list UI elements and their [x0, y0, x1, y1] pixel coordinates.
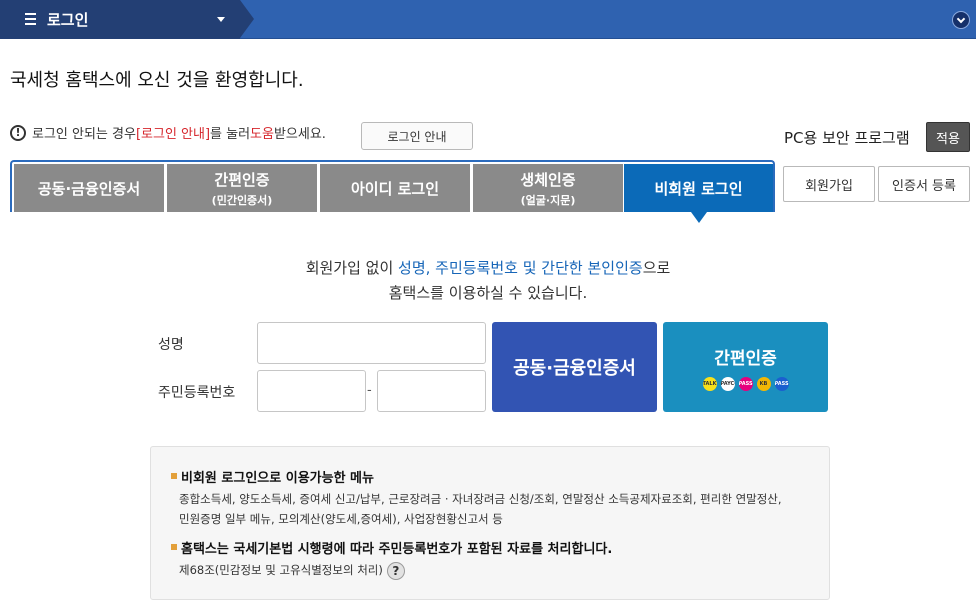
- intro-pre: 회원가입 없이: [305, 259, 399, 277]
- hamburger-icon[interactable]: [25, 13, 36, 25]
- info-rrn-text: 제68조(민감정보 및 고유식별정보의 처리): [179, 563, 383, 577]
- kakao-icon: TALK: [702, 376, 717, 391]
- cert-button-label: 공동·금융인증서: [513, 358, 636, 379]
- notice-help-word: 도움: [250, 127, 274, 142]
- help-icon[interactable]: ?: [386, 561, 405, 580]
- info-heading-rrn: 홈택스는 국세기본법 시행령에 따라 주민등록번호가 포함된 자료를 처리합니다…: [181, 542, 613, 557]
- tab-biometric[interactable]: 생체인증 (얼굴·지문): [473, 164, 623, 212]
- tab-id-login[interactable]: 아이디 로그인: [320, 164, 470, 212]
- login-tabs: 공동·금융인증서 간편인증 (민간인증서) 아이디 로그인 생체인증 (얼굴·지…: [10, 160, 775, 223]
- kb-icon: KB: [756, 376, 771, 391]
- intro-line-1: 회원가입 없이 성명, 주민등록번호 및 간단한 본인인증으로: [0, 257, 976, 278]
- intro-post: 으로: [642, 259, 671, 277]
- signup-button[interactable]: 회원가입: [783, 166, 875, 202]
- pc-security-label: PC용 보안 프로그램: [784, 129, 910, 147]
- payco-icon: PAYCO: [720, 376, 735, 391]
- apply-button[interactable]: 적용: [926, 122, 970, 152]
- tab-label: 아이디 로그인: [350, 179, 440, 198]
- intro-highlight: 성명, 주민등록번호 및 간단한 본인인증: [398, 259, 643, 277]
- notice-suffix: 받으세요.: [273, 127, 326, 142]
- tab-label: 생체인증: [520, 170, 576, 189]
- login-guide-button[interactable]: 로그인 안내: [361, 122, 473, 150]
- bullet-icon: [171, 473, 177, 479]
- rrn-front-input[interactable]: [257, 370, 366, 412]
- caret-down-icon[interactable]: [217, 17, 225, 22]
- info-rrn-line: 제68조(민감정보 및 고유식별정보의 처리)?: [179, 560, 819, 580]
- welcome-title: 국세청 홈택스에 오신 것을 환영합니다.: [10, 70, 304, 91]
- cert-register-button[interactable]: 인증서 등록: [878, 166, 970, 202]
- simple-auth-button[interactable]: 간편인증 TALKPAYCOPASSKBPASS: [663, 322, 828, 412]
- rrn-back-input[interactable]: [377, 370, 486, 412]
- login-notice: ! 로그인 안되는 경우 [로그인 안내] 를 눌러 도움 받으세요.: [10, 123, 326, 142]
- tab-sublabel: (얼굴·지문): [520, 193, 576, 207]
- rrn-label: 주민등록번호: [158, 385, 236, 401]
- tab-sublabel: (민간인증서): [211, 193, 273, 207]
- menu-dropdown[interactable]: 로그인: [0, 0, 254, 39]
- info-menus-line-2: 민원증명 일부 메뉴, 모의계산(양도세,증여세), 사업장현황신고서 등: [179, 512, 503, 526]
- tab-label: 간편인증: [214, 170, 270, 189]
- intro-line-2: 홈택스를 이용하실 수 있습니다.: [388, 284, 588, 302]
- tab-non-member-login[interactable]: 비회원 로그인: [624, 164, 773, 223]
- rrn-dash: -: [367, 383, 372, 398]
- tab-label: 공동·금융인증서: [37, 179, 141, 198]
- bullet-icon: [171, 544, 177, 550]
- name-input[interactable]: [257, 322, 486, 364]
- pass-icon: PASS: [738, 376, 753, 391]
- menu-title: 로그인: [47, 11, 89, 29]
- pass-blue-icon: PASS: [774, 376, 789, 391]
- simple-button-label: 간편인증: [714, 348, 777, 369]
- tab-joint-financial-cert[interactable]: 공동·금융인증서: [14, 164, 164, 212]
- notice-middle: 를 눌러: [210, 127, 251, 142]
- tab-label: 비회원 로그인: [654, 179, 743, 198]
- notice-login-guide-link: [로그인 안내]: [135, 127, 211, 142]
- info-box: 비회원 로그인으로 이용가능한 메뉴 종합소득세, 양도소득세, 증여세 신고/…: [150, 446, 830, 600]
- info-menus-line-1: 종합소득세, 양도소득세, 증여세 신고/납부, 근로장려금 · 자녀장려금 신…: [179, 492, 782, 506]
- joint-financial-cert-button[interactable]: 공동·금융인증서: [492, 322, 657, 412]
- info-heading-menus: 비회원 로그인으로 이용가능한 메뉴: [181, 471, 374, 486]
- top-bar: 로그인: [0, 0, 976, 39]
- collapse-button[interactable]: [952, 11, 970, 29]
- chevron-down-icon: [956, 14, 966, 23]
- name-label: 성명: [158, 337, 184, 353]
- simple-auth-provider-icons: TALKPAYCOPASSKBPASS: [701, 376, 791, 391]
- notice-prefix: 로그인 안되는 경우: [32, 127, 136, 142]
- exclamation-icon: !: [10, 124, 26, 141]
- tab-simple-auth[interactable]: 간편인증 (민간인증서): [167, 164, 317, 212]
